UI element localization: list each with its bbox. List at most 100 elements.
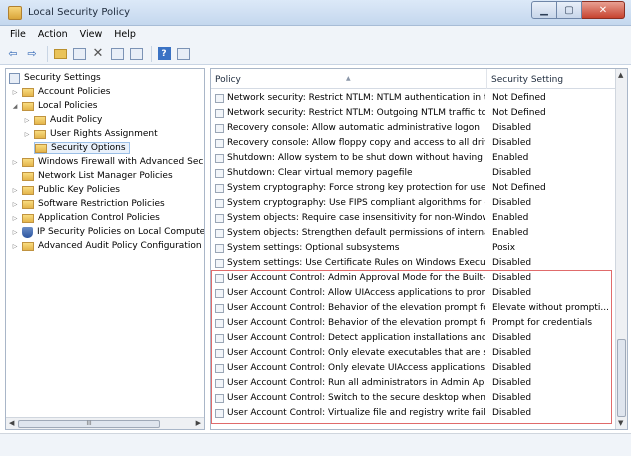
expand-arrow-icon[interactable]: ▷ — [11, 243, 19, 250]
expand-arrow-icon[interactable]: ▷ — [23, 117, 31, 124]
tree-item-ip-security[interactable]: ▷ IP Security Policies on Local Compute — [11, 226, 205, 238]
properties-button[interactable] — [109, 46, 125, 62]
help-button[interactable]: ? — [156, 46, 172, 62]
menu-view[interactable]: View — [74, 29, 109, 40]
table-row[interactable]: System objects: Strengthen default permi… — [211, 226, 617, 241]
forward-button[interactable]: ⇨ — [24, 46, 40, 62]
help-icon: ? — [157, 47, 171, 60]
table-row[interactable]: System settings: Use Certificate Rules o… — [211, 256, 617, 271]
tree-item-advanced-audit[interactable]: ▷ Advanced Audit Policy Configuration — [11, 240, 202, 252]
tree-item-user-rights-assignment[interactable]: ▷ User Rights Assignment — [23, 128, 158, 140]
close-button[interactable]: ✕ — [582, 1, 625, 19]
column-header-policy[interactable]: Policy ▲ — [211, 69, 487, 89]
table-row[interactable]: Recovery console: Allow floppy copy and … — [211, 136, 617, 151]
folder-icon — [22, 171, 34, 181]
tree-item-local-policies[interactable]: ◢ Local Policies — [11, 100, 98, 112]
folder-icon — [22, 241, 34, 251]
policy-icon — [215, 94, 224, 103]
tree-item-account-policies[interactable]: ▷ Account Policies — [11, 86, 111, 98]
table-row[interactable]: System settings: Optional subsystems Posi… — [211, 241, 617, 256]
policy-icon — [215, 199, 224, 208]
policy-icon — [215, 124, 224, 133]
expand-arrow-icon[interactable]: ▷ — [11, 215, 19, 222]
tree-item-label: Security Settings — [24, 73, 101, 83]
table-row[interactable]: System cryptography: Force strong key pr… — [211, 181, 617, 196]
security-setting-value: Disabled — [492, 258, 532, 268]
tree-horizontal-scrollbar[interactable]: ◀ III ▶ — [6, 417, 204, 429]
maximize-icon: ▢ — [564, 4, 574, 16]
table-row[interactable]: System objects: Require case insensitivi… — [211, 211, 617, 226]
security-setting-value: Enabled — [492, 153, 529, 163]
tree-item-application-control[interactable]: ▷ Application Control Policies — [11, 212, 160, 224]
security-setting-value: Posix — [492, 243, 516, 253]
close-icon: ✕ — [598, 4, 608, 16]
security-setting-value: Disabled — [492, 198, 532, 208]
expand-arrow-icon[interactable]: ▷ — [11, 159, 19, 166]
scroll-thumb[interactable]: III — [18, 420, 160, 428]
properties-icon — [110, 47, 124, 60]
status-bar — [0, 433, 631, 456]
show-hide-tree-button[interactable] — [71, 46, 87, 62]
back-button[interactable]: ⇦ — [5, 46, 21, 62]
show-hide-action-pane-button[interactable] — [175, 46, 191, 62]
tree-item-public-key-policies[interactable]: ▷ Public Key Policies — [11, 184, 120, 196]
export-list-button[interactable] — [128, 46, 144, 62]
tree-item-audit-policy[interactable]: ▷ Audit Policy — [23, 114, 103, 126]
tree-item-security-options[interactable]: Security Options — [34, 142, 130, 154]
scroll-down-icon[interactable]: ▼ — [618, 419, 623, 427]
column-header-security-setting[interactable]: Security Setting — [487, 69, 617, 89]
ip-security-icon — [22, 226, 33, 238]
table-row[interactable]: Network security: Restrict NTLM: Outgoin… — [211, 106, 617, 121]
tree-item-software-restriction[interactable]: ▷ Software Restriction Policies — [11, 198, 165, 210]
table-row[interactable]: Network security: Restrict NTLM: NTLM au… — [211, 91, 617, 106]
security-setting-value: Not Defined — [492, 93, 546, 103]
tree-item-label: Software Restriction Policies — [38, 199, 165, 209]
tree-item-label: IP Security Policies on Local Compute — [37, 227, 205, 237]
delete-button[interactable]: ✕ — [90, 46, 106, 62]
tree-item-label: Windows Firewall with Advanced Secu — [38, 157, 205, 167]
security-setting-value: Not Defined — [492, 108, 546, 118]
tree-item-label: Security Options — [51, 143, 126, 153]
policy-name: System objects: Require case insensitivi… — [227, 213, 485, 223]
table-row[interactable]: Recovery console: Allow automatic admini… — [211, 121, 617, 136]
expand-arrow-icon[interactable]: ▷ — [11, 187, 19, 194]
list-vertical-scrollbar[interactable]: ▲ ▼ — [615, 69, 627, 429]
maximize-button[interactable]: ▢ — [557, 1, 582, 19]
scroll-left-icon[interactable]: ◀ — [9, 419, 14, 427]
scroll-right-icon[interactable]: ▶ — [196, 419, 201, 427]
console-tree: Security Settings ▷ Account Policies ◢ L… — [5, 68, 205, 430]
menu-help[interactable]: Help — [108, 29, 142, 40]
table-row[interactable]: Shutdown: Clear virtual memory pagefile D… — [211, 166, 617, 181]
tree-item-network-list-manager[interactable]: Network List Manager Policies — [22, 170, 173, 182]
tree-item-security-settings[interactable]: Security Settings — [9, 72, 101, 84]
export-list-icon — [129, 47, 143, 60]
security-setting-value: Disabled — [492, 138, 532, 148]
table-row[interactable]: System cryptography: Use FIPS compliant … — [211, 196, 617, 211]
expand-arrow-icon[interactable]: ▷ — [11, 201, 19, 208]
menu-action[interactable]: Action — [32, 29, 74, 40]
expand-arrow-icon[interactable]: ▷ — [23, 131, 31, 138]
minimize-icon: ▁ — [540, 4, 548, 16]
up-one-level-button[interactable] — [52, 46, 68, 62]
tree-item-windows-firewall[interactable]: ▷ Windows Firewall with Advanced Secu — [11, 156, 205, 168]
scroll-thumb[interactable] — [617, 339, 626, 417]
minimize-button[interactable]: ▁ — [531, 1, 557, 19]
tree-item-label: Network List Manager Policies — [38, 171, 173, 181]
policy-icon — [215, 229, 224, 238]
table-row[interactable]: Shutdown: Allow system to be shut down w… — [211, 151, 617, 166]
menu-bar: File Action View Help — [0, 26, 631, 43]
menu-file[interactable]: File — [4, 29, 32, 40]
policy-name: Network security: Restrict NTLM: NTLM au… — [227, 93, 485, 103]
policy-name: System objects: Strengthen default permi… — [227, 228, 485, 238]
tree-item-label: Advanced Audit Policy Configuration — [38, 241, 202, 251]
scroll-up-icon[interactable]: ▲ — [618, 71, 623, 79]
tree-item-label: Public Key Policies — [38, 185, 120, 195]
collapse-arrow-icon[interactable]: ◢ — [11, 103, 19, 110]
delete-icon: ✕ — [92, 46, 104, 61]
forward-arrow-icon: ⇨ — [27, 47, 37, 60]
expand-arrow-icon[interactable]: ▷ — [11, 89, 19, 96]
expand-arrow-icon[interactable]: ▷ — [11, 229, 19, 236]
security-setting-value: Disabled — [492, 168, 532, 178]
folder-icon — [22, 185, 34, 195]
security-policy-icon — [8, 6, 22, 20]
